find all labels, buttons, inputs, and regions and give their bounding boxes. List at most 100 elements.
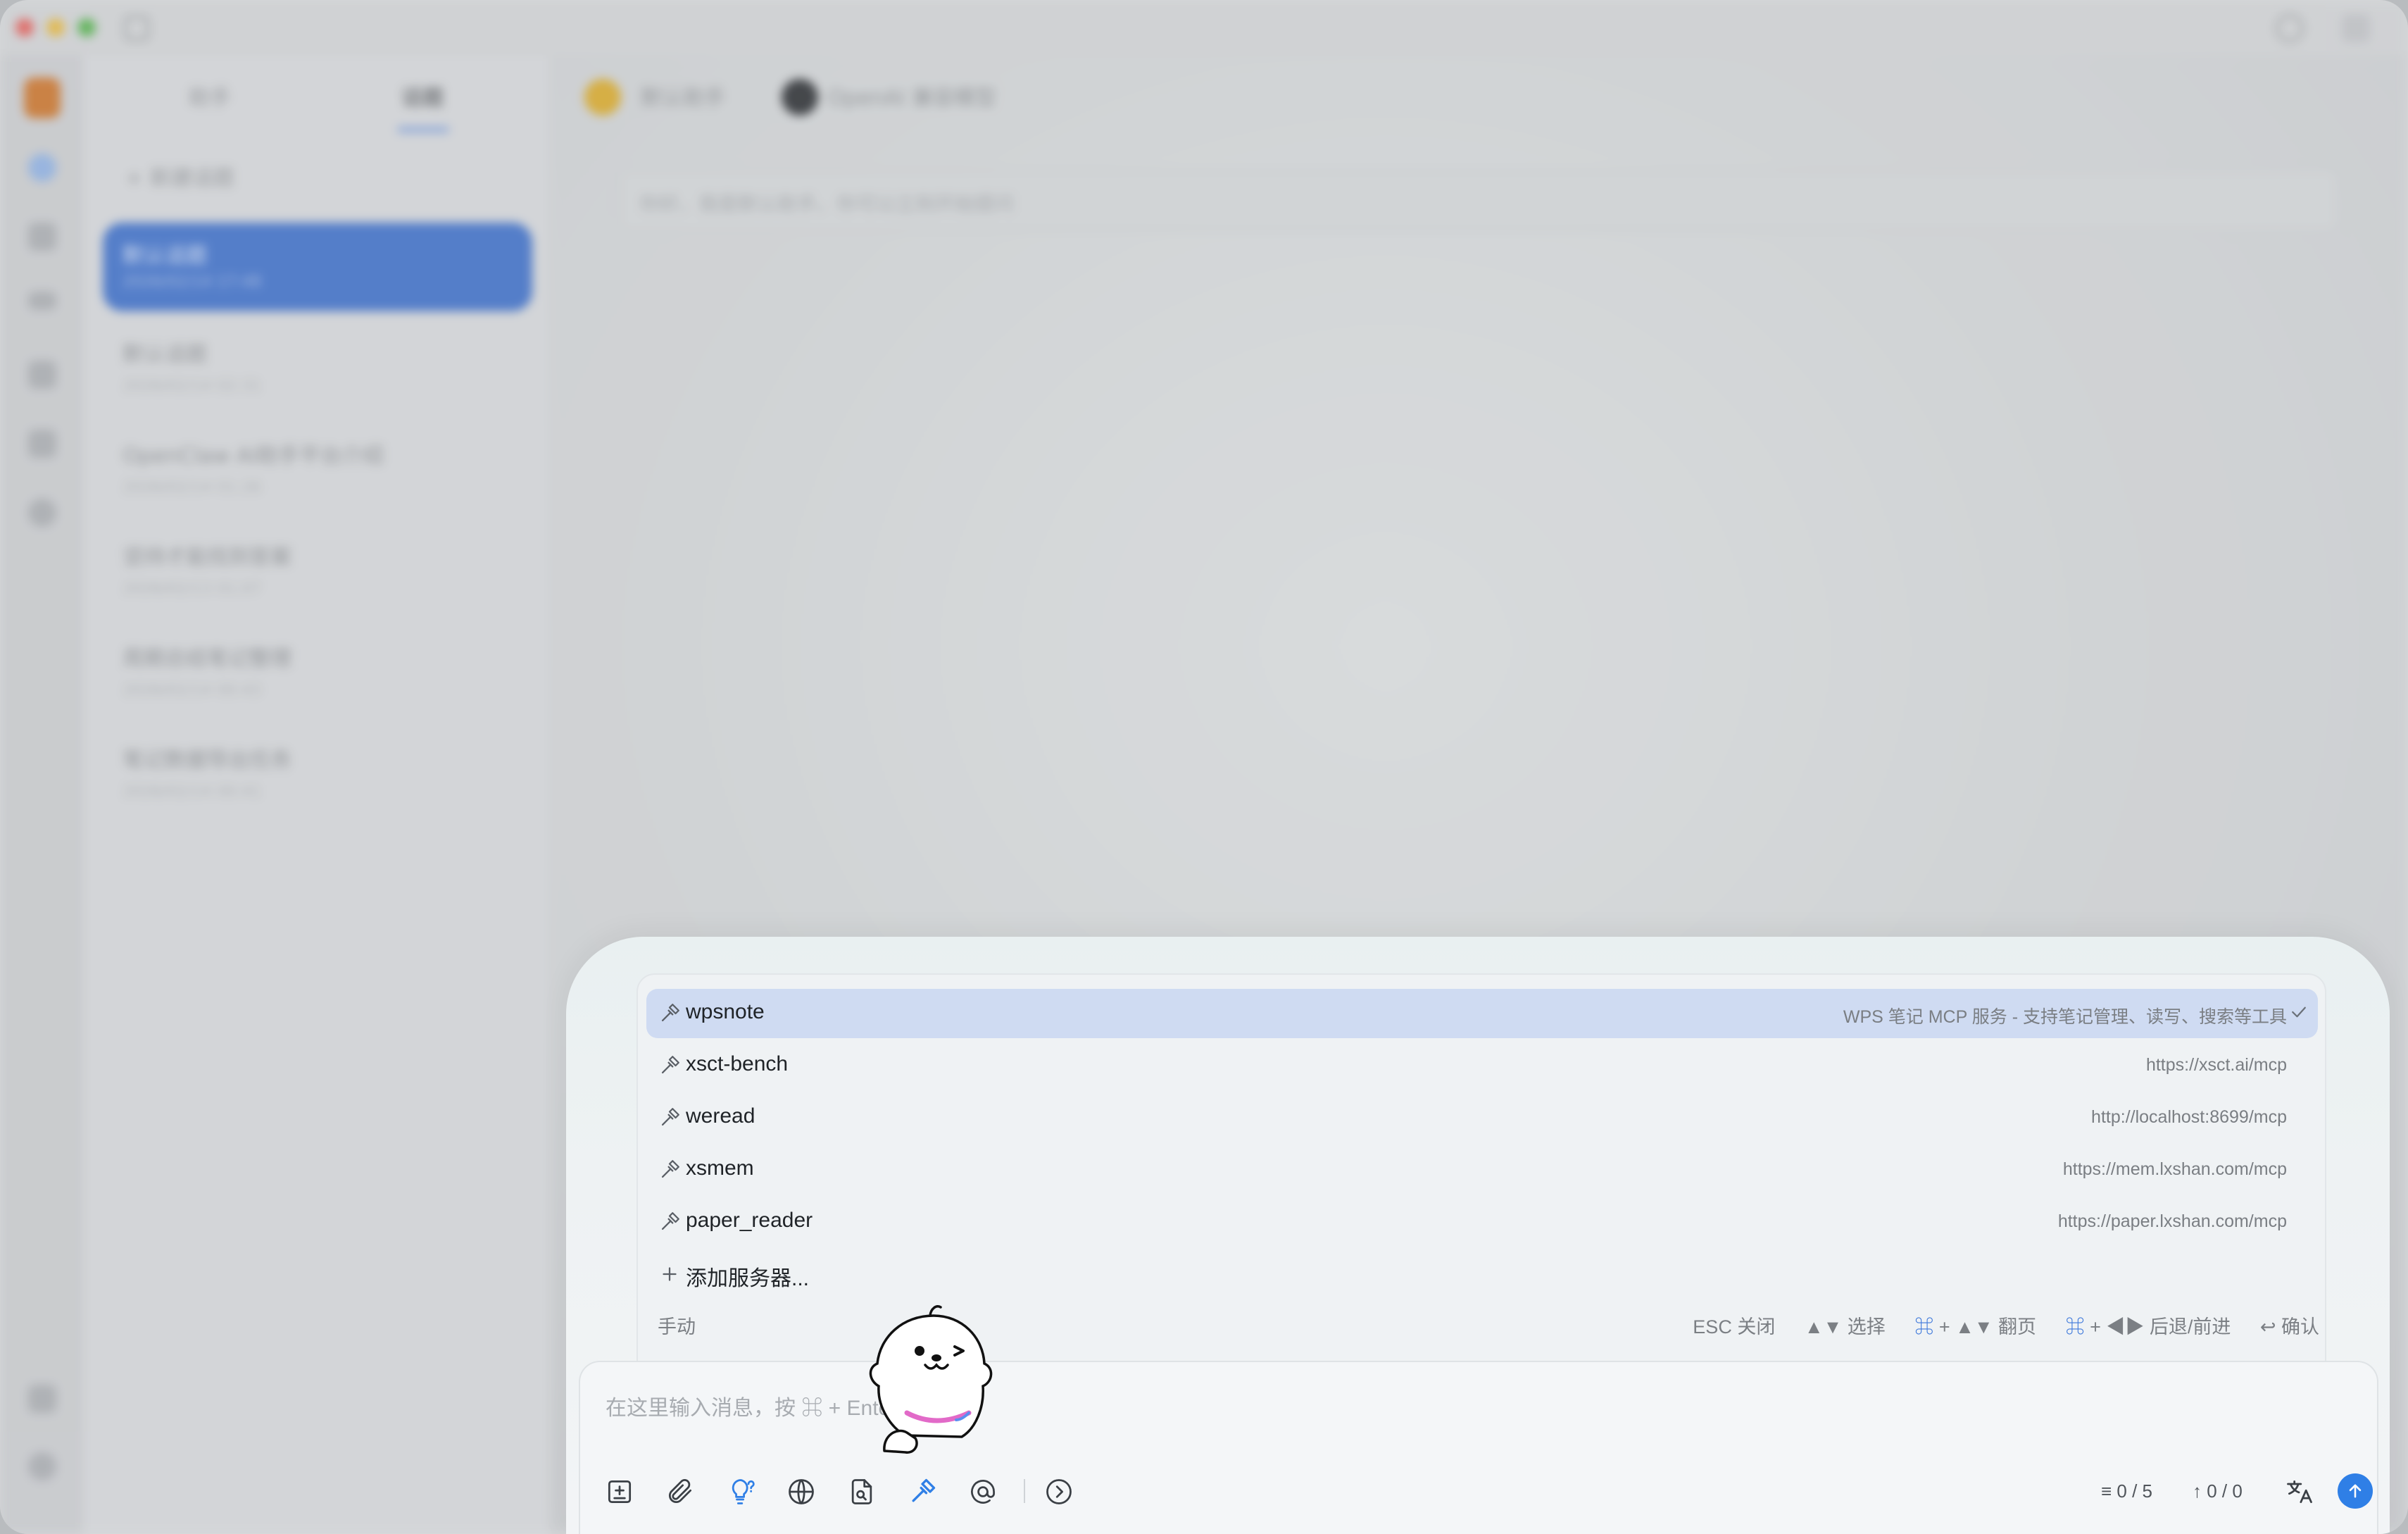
zoom-window-button[interactable] [77, 18, 96, 37]
minimize-window-button[interactable] [46, 18, 65, 37]
breadcrumb-assistant[interactable]: 默认助手 [641, 80, 725, 111]
mascot-sticker [869, 1305, 993, 1454]
hammer-icon [661, 1212, 679, 1230]
mcp-server-item-xsmem[interactable]: xsmem https://mem.lxshan.com/mcp [646, 1145, 2318, 1195]
files-icon[interactable] [28, 430, 56, 458]
paperclip-icon [669, 1479, 692, 1503]
hint-confirm: ↩ 确认 [2259, 1316, 2319, 1337]
hammer-icon [661, 1056, 679, 1074]
display-icon[interactable] [28, 1385, 56, 1413]
mcp-server-item-xsct-bench[interactable]: xsct-bench https://xsct.ai/mcp [646, 1041, 2318, 1090]
check-icon [2292, 1006, 2306, 1018]
expand-tools-button[interactable] [1041, 1473, 1077, 1510]
new-topic-button[interactable]: + 新建话题 [125, 161, 234, 192]
hint-navigate-text: + ◀▶ 后退/前进 [2090, 1316, 2231, 1337]
thinking-button[interactable] [722, 1473, 759, 1510]
new-context-button[interactable] [601, 1473, 638, 1510]
topic-time: 2026/02/14 00:41 [123, 783, 262, 801]
topic-title: 周期总结笔记整理 [123, 647, 291, 671]
add-server-item[interactable]: 添加服务器... [646, 1249, 2318, 1299]
hint-select: ▲▼ 选择 [1804, 1316, 1886, 1337]
nav-icon-bar [0, 55, 83, 1534]
token-counter: ↑ 0 / 0 [2193, 1480, 2243, 1502]
context-count-value: 0 / 5 [2117, 1480, 2152, 1502]
file-search-icon [851, 1479, 872, 1504]
mcp-server-item-wpsnote[interactable]: wpsnote WPS 笔记 MCP 服务 - 支持笔记管理、读写、搜索等工具 [646, 989, 2318, 1038]
add-server-label: 添加服务器... [686, 1267, 810, 1290]
user-avatar[interactable] [24, 77, 61, 118]
chat-icon[interactable] [28, 154, 56, 182]
knowledge-icon[interactable] [28, 499, 56, 527]
server-description: WPS 笔记 MCP 服务 - 支持笔记管理、读写、搜索等工具 [1843, 1007, 2287, 1027]
knowledge-base-button[interactable] [844, 1473, 880, 1510]
model-logo-icon [782, 79, 818, 116]
server-name: weread [686, 1104, 755, 1128]
server-name: xsmem [686, 1156, 754, 1180]
send-button[interactable] [2338, 1473, 2373, 1509]
mention-model-button[interactable] [965, 1473, 1001, 1510]
tab-assistants[interactable]: 助手 [189, 80, 231, 111]
breadcrumb-model[interactable]: OpenAI 兼容模型 [828, 80, 996, 111]
arrow-up-icon [2349, 1484, 2362, 1498]
message-input-box[interactable]: 在这里输入消息，按 ⌘ + Enter 发送 ≡ 0 / 5 ↑ 0 / 0 [579, 1361, 2378, 1534]
topic-title: 默认话题 [123, 244, 207, 268]
token-count-value: 0 / 0 [2207, 1480, 2243, 1502]
topic-title: 默认话题 [123, 342, 207, 367]
attach-file-button[interactable] [662, 1473, 698, 1510]
plus-icon [663, 1267, 677, 1281]
topic-item-active[interactable]: 默认话题 2026/02/14 17:48 [103, 223, 532, 311]
server-name: xsct-bench [686, 1052, 789, 1075]
title-bar [0, 0, 2408, 55]
close-window-button[interactable] [15, 18, 34, 37]
topic-list-pane: 助手 话题 + 新建话题 默认话题 2026/02/14 17:48 默认话题 … [83, 55, 549, 1534]
topic-item[interactable]: 周期总结笔记整理 2026/02/14 00:43 [123, 641, 517, 699]
tab-topics[interactable]: 话题 [401, 80, 444, 111]
topic-time: 2026/02/14 01:26 [123, 479, 262, 497]
composer-panel: wpsnote WPS 笔记 MCP 服务 - 支持笔记管理、读写、搜索等工具 … [566, 937, 2390, 1534]
keyboard-hints: ESC 关闭 ▲▼ 选择 ⌘ + ▲▼ 翻页 ⌘ + ◀▶ 后退/前进 ↩ 确认 [1669, 1311, 2319, 1339]
hint-esc-close: ESC 关闭 [1693, 1316, 1776, 1337]
more-menu-icon[interactable] [2342, 14, 2370, 42]
topic-item[interactable]: 坚持才能找到答案 2026/02/13 01:07 [123, 540, 517, 598]
assistant-avatar [584, 79, 621, 116]
topic-item[interactable]: 默认话题 2026/02/14 02:31 [123, 337, 517, 395]
topic-item[interactable]: OpenClaw AI助手平台介绍 2026/02/14 01:26 [123, 438, 517, 497]
mcp-server-item-weread[interactable]: weread http://localhost:8699/mcp [646, 1093, 2318, 1142]
hammer-icon [912, 1478, 936, 1502]
mcp-server-item-paper-reader[interactable]: paper_reader https://paper.lxshan.com/mc… [646, 1197, 2318, 1247]
web-search-button[interactable] [783, 1473, 820, 1510]
new-topic-icon [608, 1480, 632, 1504]
hint-page: ⌘ + ▲▼ 翻页 [1914, 1316, 2036, 1337]
server-name: wpsnote [686, 1000, 765, 1023]
mode-label: 手动 [658, 1316, 696, 1337]
welcome-message: 你好，我是默认助手。你可以立刻开始提问 [620, 170, 2338, 231]
topic-time: 2026/02/14 17:48 [123, 273, 262, 291]
lightbulb-question-icon [732, 1479, 755, 1504]
apps-grid-icon[interactable] [28, 361, 56, 389]
context-counter[interactable]: ≡ 0 / 5 [2101, 1480, 2152, 1502]
topic-title: 坚持才能找到答案 [123, 545, 291, 570]
globe-icon [789, 1479, 814, 1504]
arrow-up-icon: ↑ [2193, 1480, 2207, 1502]
mcp-tools-button[interactable] [904, 1473, 941, 1510]
sparkle-icon[interactable] [28, 223, 56, 251]
server-name: paper_reader [686, 1209, 813, 1232]
list-icon: ≡ [2101, 1480, 2117, 1502]
search-icon[interactable] [2276, 14, 2304, 42]
topic-time: 2026/02/14 00:43 [123, 682, 262, 699]
command-key-icon: ⌘ [1914, 1316, 1934, 1337]
active-tab-indicator [397, 127, 449, 132]
toolbar-divider [1024, 1479, 1025, 1503]
settings-gear-icon[interactable] [28, 1452, 56, 1480]
translate-icon[interactable] [28, 292, 56, 310]
translate-icon [2287, 1480, 2312, 1504]
sidebar-toggle-icon[interactable] [124, 15, 149, 41]
topic-item[interactable]: 笔记数据导出任务 2026/02/14 00:41 [123, 742, 517, 801]
translate-button[interactable] [2281, 1473, 2318, 1510]
hint-navigate: ⌘ + ◀▶ 后退/前进 [2066, 1316, 2231, 1337]
hammer-icon [661, 1108, 679, 1126]
topic-time: 2026/02/14 02:31 [123, 378, 262, 395]
command-key-icon: ⌘ [2065, 1316, 2085, 1337]
topic-title: 笔记数据导出任务 [123, 748, 291, 773]
app-window: 助手 话题 + 新建话题 默认话题 2026/02/14 17:48 默认话题 … [0, 0, 2408, 1534]
